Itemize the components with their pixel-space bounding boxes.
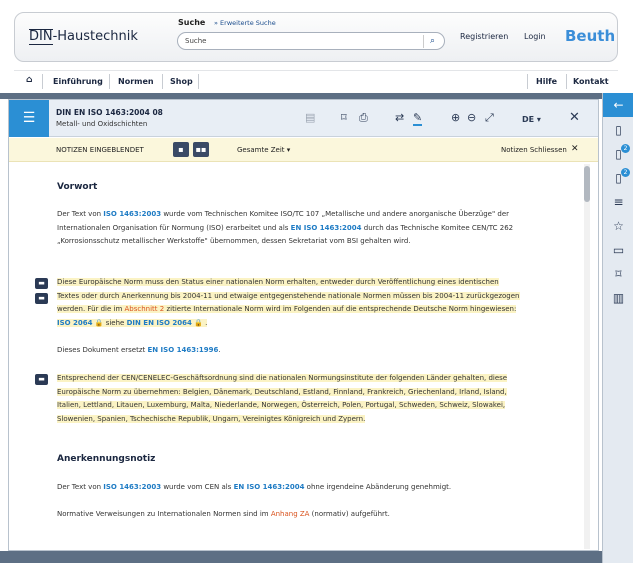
nav-divider: [198, 74, 199, 89]
nav-divider: [527, 74, 528, 89]
clipboard-icon[interactable]: ▥: [603, 286, 633, 310]
note-icon[interactable]: ▬: [35, 278, 48, 289]
norm-link[interactable]: EN ISO 1463:2004: [234, 483, 305, 491]
notes-status: NOTIZEN EINGEBLENDET: [56, 146, 144, 154]
annex-link[interactable]: Anhang ZA: [271, 510, 310, 518]
zoom-out-icon[interactable]: ⊖: [467, 112, 476, 124]
home-icon[interactable]: ⌂: [26, 75, 32, 85]
document-subtitle: Metall- und Oxidschichten: [56, 120, 148, 128]
section-heading-anerkennungsnotiz: Anerkennungsnotiz: [57, 454, 156, 464]
document-icon[interactable]: ▯: [603, 118, 633, 142]
norm-link[interactable]: ISO 2064: [57, 319, 93, 327]
right-sidebar: ← ▯ ▯ 2 ▯ 2 ≡ ☆ ▭ ⌑ ▥: [602, 93, 633, 563]
main-nav: ⌂ Einführung Normen Shop Hilfe Kontakt: [14, 70, 618, 92]
site-header: DIN-Haustechnik Suche » Erweiterte Suche…: [0, 0, 633, 68]
fit-page-icon[interactable]: ⤢: [485, 112, 494, 124]
star-icon[interactable]: ☆: [603, 214, 633, 238]
search-placeholder: Suche: [185, 37, 207, 45]
highlighted-paragraph: Diese Europäische Norm muss den Status e…: [57, 278, 520, 327]
panel-icon[interactable]: ▤: [305, 112, 315, 124]
close-icon[interactable]: ✕: [571, 144, 579, 154]
din-logo[interactable]: DIN-Haustechnik: [29, 29, 138, 45]
nav-item-normen[interactable]: Normen: [118, 77, 154, 86]
nav-divider: [109, 74, 110, 89]
document-toolbar: ☰ DIN EN ISO 1463:2004 08 Metall- und Ox…: [9, 100, 598, 137]
list-icon[interactable]: ≡: [603, 190, 633, 214]
comment-icon[interactable]: ▭: [603, 238, 633, 262]
paragraph: Dieses Dokument ersetzt EN ISO 1463:1996…: [57, 346, 221, 354]
document-export-icon[interactable]: ▯ 2: [603, 166, 633, 190]
menu-icon[interactable]: ☰: [9, 100, 49, 137]
advanced-search-link[interactable]: » Erweiterte Suche: [214, 19, 276, 27]
login-link[interactable]: Login: [524, 32, 546, 41]
nav-item-einfuehrung[interactable]: Einführung: [53, 77, 103, 86]
nav-item-hilfe[interactable]: Hilfe: [536, 77, 557, 86]
compare-icon[interactable]: ⇄: [395, 112, 404, 124]
nav-item-shop[interactable]: Shop: [170, 77, 193, 86]
note-single-icon[interactable]: ▪: [173, 142, 189, 157]
paragraph: Der Text von ISO 1463:2003 wurde vom Tec…: [57, 210, 514, 246]
document-title: DIN EN ISO 1463:2004 08: [56, 108, 163, 117]
lock-icon: 🔒: [191, 318, 203, 327]
notes-bar: NOTIZEN EINGEBLENDET ▪ ▪▪ Gesamte Zeit ▾…: [9, 138, 598, 162]
nav-divider: [162, 74, 163, 89]
scrollbar[interactable]: [584, 164, 590, 549]
language-select[interactable]: DE ▾: [522, 114, 541, 126]
close-icon[interactable]: ✕: [569, 111, 580, 124]
section-link[interactable]: Abschnitt 2: [125, 305, 165, 313]
close-notes-button[interactable]: Notizen Schliessen: [501, 146, 567, 154]
export-count-badge: 2: [621, 168, 630, 177]
search-icon[interactable]: ⌕: [423, 35, 441, 48]
time-filter-select[interactable]: Gesamte Zeit ▾: [237, 146, 290, 154]
notes-count-badge: 2: [621, 144, 630, 153]
norm-link[interactable]: DIN EN ISO 2064: [127, 319, 192, 327]
search-input[interactable]: Suche ⌕: [177, 32, 445, 50]
document-content: Vorwort Der Text von ISO 1463:2003 wurde…: [55, 164, 575, 549]
paragraph: Der Text von ISO 1463:2003 wurde vom CEN…: [57, 483, 452, 491]
paragraph: Normative Verweisungen zu Internationale…: [57, 510, 390, 518]
bookmark-icon[interactable]: ⌑: [341, 112, 347, 124]
header-box: DIN-Haustechnik Suche » Erweiterte Suche…: [14, 12, 618, 62]
norm-link[interactable]: ISO 1463:2003: [103, 483, 161, 491]
search-label: Suche: [178, 18, 206, 27]
nav-divider: [42, 74, 43, 89]
zoom-in-icon[interactable]: ⊕: [451, 112, 460, 124]
highlighted-paragraph: Entsprechend der CEN/CENELEC-Geschäftsor…: [57, 374, 508, 423]
bookmark-icon[interactable]: ⌑: [603, 262, 633, 286]
lock-icon: 🔒: [92, 318, 106, 327]
norm-link[interactable]: EN ISO 1463:1996: [147, 346, 218, 354]
document-viewer: ☰ DIN EN ISO 1463:2004 08 Metall- und Ox…: [8, 99, 599, 551]
nav-item-kontakt[interactable]: Kontakt: [573, 77, 609, 86]
scrollbar-thumb[interactable]: [584, 166, 590, 202]
edit-note-icon[interactable]: ✎: [413, 112, 423, 126]
norm-link[interactable]: EN ISO 1463:2004: [291, 224, 362, 232]
note-icon[interactable]: ▬: [35, 374, 48, 385]
note-icon[interactable]: ▬: [35, 293, 48, 304]
norm-link[interactable]: ISO 1463:2003: [103, 210, 161, 218]
note-multi-icon[interactable]: ▪▪: [193, 142, 209, 157]
document-notes-icon[interactable]: ▯ 2: [603, 142, 633, 166]
print-icon[interactable]: ⎙: [359, 112, 368, 124]
nav-divider: [566, 74, 567, 89]
register-link[interactable]: Registrieren: [460, 32, 508, 41]
viewer-bottom-bar: [0, 551, 602, 563]
beuth-logo[interactable]: Beuth: [565, 27, 615, 45]
arrow-left-icon[interactable]: ←: [603, 93, 633, 117]
section-heading-vorwort: Vorwort: [57, 182, 98, 192]
